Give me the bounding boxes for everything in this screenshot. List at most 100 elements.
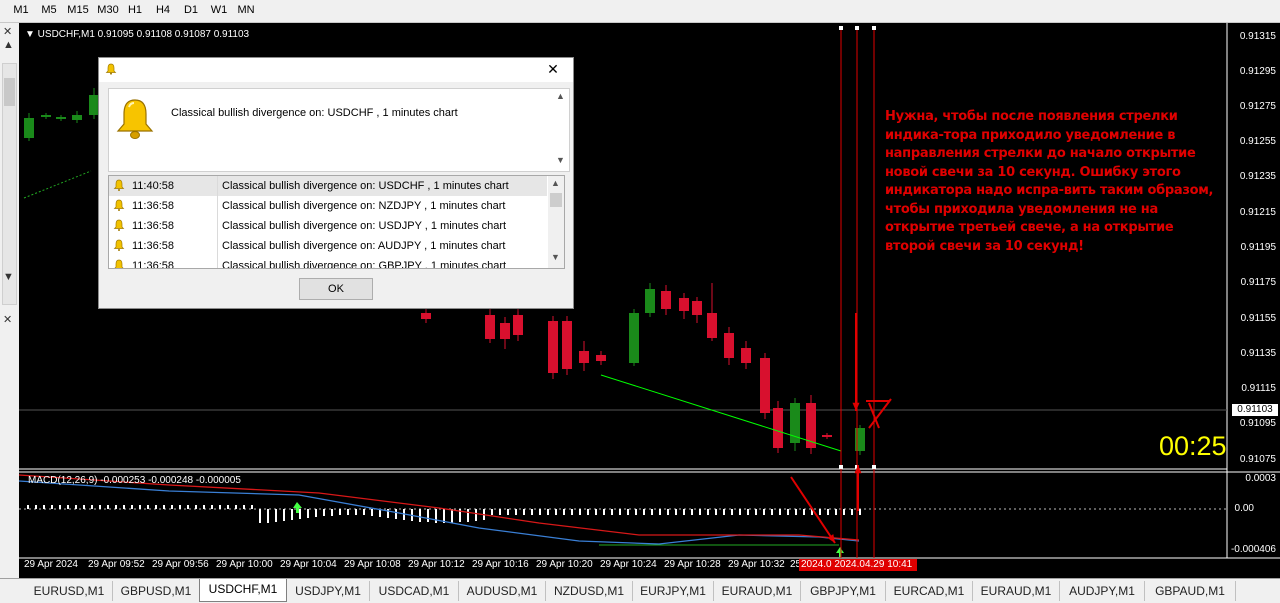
- timeframe-m5-button[interactable]: M5: [38, 2, 60, 19]
- timeframe-mn-button[interactable]: MN: [234, 2, 258, 19]
- macd-histogram-bar: [371, 509, 373, 516]
- tab-usdcad[interactable]: USDCAD,M1: [370, 581, 459, 601]
- price-axis-label: 0.91215: [1239, 207, 1276, 218]
- tab-eurjpy[interactable]: EURJPY,M1: [633, 581, 714, 601]
- list-scroll-thumb[interactable]: [550, 193, 562, 207]
- macd-histogram-bar: [731, 509, 733, 515]
- panel-scroll-thumb[interactable]: [4, 78, 15, 106]
- bearish-candle: [822, 435, 832, 437]
- macd-histogram-bar: [395, 509, 397, 519]
- chart-info-line: ▼ USDCHF,M1 0.91095 0.91108 0.91087 0.91…: [25, 29, 250, 40]
- panel-close-icon[interactable]: ✕: [3, 313, 12, 326]
- tab-eurusd[interactable]: EURUSD,M1: [26, 581, 113, 601]
- message-scrollbar[interactable]: ▲ ▼: [553, 89, 569, 171]
- list-item[interactable]: 11:36:58 Classical bullish divergence on…: [109, 236, 547, 256]
- alert-history-list[interactable]: 11:40:58 Classical bullish divergence on…: [108, 175, 565, 269]
- alert-row-message: Classical bullish divergence on: USDJPY …: [222, 220, 507, 232]
- close-icon[interactable]: ✕: [533, 58, 573, 80]
- list-item[interactable]: 11:36:58 Classical bullish divergence on…: [109, 196, 547, 216]
- macd-histogram-bar: [211, 505, 213, 509]
- macd-histogram-bar: [843, 509, 845, 515]
- macd-histogram-bar: [267, 509, 269, 523]
- macd-histogram-bar: [475, 509, 477, 521]
- tab-eurcad[interactable]: EURCAD,M1: [886, 581, 973, 601]
- panel-close-icon[interactable]: ✕: [3, 25, 12, 38]
- bearish-candle: [679, 298, 689, 311]
- timeframe-w1-button[interactable]: W1: [208, 2, 230, 19]
- macd-histogram-bar: [715, 509, 717, 515]
- alert-time: 11:36:58: [132, 240, 175, 252]
- bearish-candle: [707, 313, 717, 338]
- price-axis-label: 0.91295: [1239, 66, 1276, 77]
- price-axis-label: 0.91315: [1239, 31, 1276, 42]
- tab-gbpusd[interactable]: GBPUSD,M1: [113, 581, 200, 601]
- bullish-candle: [790, 403, 800, 443]
- divergence-line: [600, 374, 842, 452]
- macd-histogram-bar: [219, 505, 221, 509]
- timeframe-d1-button[interactable]: D1: [180, 2, 202, 19]
- list-item[interactable]: 11:36:58 Classical bullish divergence on…: [109, 216, 547, 236]
- time-axis-label: 29 Apr 10:32: [728, 559, 785, 570]
- time-axis-label: 29 Apr 10:04: [280, 559, 337, 570]
- tab-gbpjpy[interactable]: GBPJPY,M1: [801, 581, 886, 601]
- time-axis-label: 29 Apr 10:20: [536, 559, 593, 570]
- tab-nzdusd[interactable]: NZDUSD,M1: [546, 581, 633, 601]
- macd-histogram-bar: [451, 509, 453, 523]
- macd-histogram-bar: [755, 509, 757, 515]
- macd-histogram-bar: [563, 509, 565, 515]
- scroll-down-arrow-icon[interactable]: ▼: [3, 271, 14, 283]
- timeframe-m15-button[interactable]: M15: [64, 2, 92, 19]
- bell-icon: [116, 99, 154, 139]
- tab-gbpaud[interactable]: GBPAUD,M1: [1145, 581, 1236, 601]
- macd-histogram-bar: [59, 505, 61, 509]
- price-axis-label: 0.91235: [1239, 171, 1276, 182]
- list-item[interactable]: 11:40:58 Classical bullish divergence on…: [109, 176, 547, 196]
- tab-usdjpy[interactable]: USDJPY,M1: [287, 581, 370, 601]
- bullish-candle: [645, 289, 655, 313]
- macd-histogram-bar: [27, 505, 29, 509]
- scroll-up-arrow-icon[interactable]: ▲: [556, 91, 565, 101]
- symbol-tab-bar: EURUSD,M1 GBPUSD,M1 USDCHF,M1 USDJPY,M1 …: [0, 578, 1280, 603]
- macd-histogram-bar: [723, 509, 725, 515]
- list-item[interactable]: 11:36:58 Classical bullish divergence on…: [109, 256, 547, 269]
- macd-histogram-bar: [699, 509, 701, 515]
- macd-histogram-bar: [635, 509, 637, 515]
- macd-histogram-bar: [531, 509, 533, 515]
- macd-histogram-bar: [587, 509, 589, 515]
- alert-time: 11:36:58: [132, 260, 175, 269]
- ok-button[interactable]: OK: [299, 278, 373, 300]
- macd-histogram-bar: [83, 505, 85, 509]
- alert-row-message: Classical bullish divergence on: GBPJPY …: [222, 260, 507, 269]
- scroll-down-arrow-icon[interactable]: ▼: [556, 155, 565, 165]
- panel-scrollbar[interactable]: [2, 63, 17, 305]
- tab-euraud[interactable]: EURAUD,M1: [714, 581, 801, 601]
- tab-usdchf[interactable]: USDCHF,M1: [199, 579, 287, 602]
- scroll-up-arrow-icon[interactable]: ▲: [551, 178, 560, 188]
- timeframe-m30-button[interactable]: M30: [94, 2, 122, 19]
- tab-audjpy[interactable]: AUDJPY,M1: [1060, 581, 1145, 601]
- tab-euraud-2[interactable]: EURAUD,M1: [973, 581, 1060, 601]
- macd-histogram-bar: [35, 505, 37, 509]
- macd-histogram-bar: [427, 509, 429, 522]
- alert-time: 11:36:58: [132, 220, 175, 232]
- bullish-candle: [41, 115, 51, 117]
- bearish-candle: [513, 315, 523, 335]
- timeframe-h1-button[interactable]: H1: [124, 2, 146, 19]
- macd-histogram-bar: [363, 509, 365, 515]
- scroll-up-arrow-icon[interactable]: ▲: [3, 39, 14, 51]
- macd-histogram-bar: [275, 509, 277, 522]
- macd-histogram-bar: [555, 509, 557, 515]
- tab-audusd[interactable]: AUDUSD,M1: [459, 581, 546, 601]
- time-axis-label: 29 Apr 10:16: [472, 559, 529, 570]
- macd-histogram-bar: [171, 505, 173, 509]
- scroll-down-arrow-icon[interactable]: ▼: [551, 252, 560, 262]
- timeframe-m1-button[interactable]: M1: [10, 2, 32, 19]
- price-axis-label: 0.91275: [1239, 101, 1276, 112]
- price-axis-label: 0.91075: [1239, 454, 1276, 465]
- alert-title-bar[interactable]: ✕: [99, 58, 573, 82]
- macd-histogram-bar: [515, 509, 517, 515]
- list-scrollbar[interactable]: ▲ ▼: [548, 176, 564, 268]
- timeframe-h4-button[interactable]: H4: [152, 2, 174, 19]
- alert-row-message: Classical bullish divergence on: NZDJPY …: [222, 200, 506, 212]
- macd-histogram-bar: [691, 509, 693, 515]
